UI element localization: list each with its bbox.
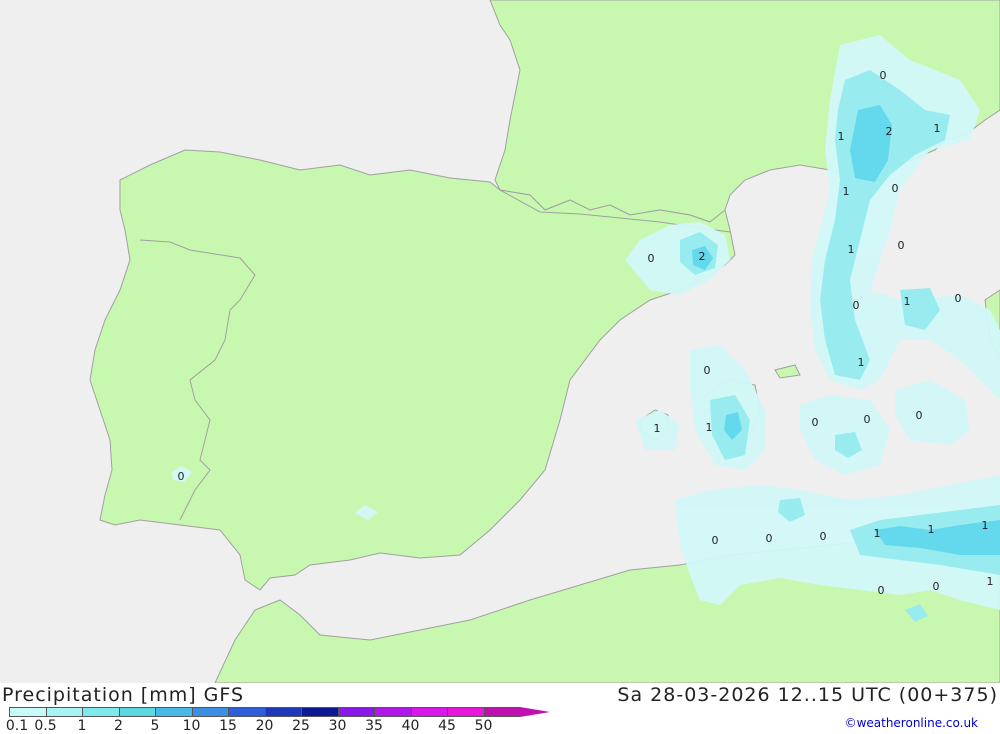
legend-tick-label: 40 xyxy=(401,718,420,734)
precip-legend-bar xyxy=(9,707,550,717)
legend-tick-label: 20 xyxy=(255,718,274,734)
contour-label: 0 xyxy=(178,470,185,483)
contour-label: 1 xyxy=(858,356,865,369)
legend-tick-label: 10 xyxy=(182,718,201,734)
credit-link[interactable]: ©weatheronline.co.uk xyxy=(845,716,978,730)
legend-swatch xyxy=(264,707,301,717)
contour-label: 1 xyxy=(987,575,994,588)
contour-label: 1 xyxy=(874,527,881,540)
contour-label: 2 xyxy=(886,125,893,138)
legend-swatch xyxy=(9,707,46,717)
legend-tick-label: 5 xyxy=(150,718,160,734)
legend-swatch xyxy=(483,707,520,717)
legend-tick-label: 30 xyxy=(328,718,347,734)
legend-swatch xyxy=(337,707,374,717)
legend-swatch xyxy=(155,707,192,717)
contour-label: 2 xyxy=(699,250,706,263)
contour-label: 1 xyxy=(843,185,850,198)
contour-label: 0 xyxy=(820,530,827,543)
legend-tick-label: 0.5 xyxy=(34,718,57,734)
contour-label: 1 xyxy=(706,421,713,434)
legend-tick-label: 35 xyxy=(365,718,383,734)
legend-swatch xyxy=(301,707,338,717)
legend-swatch xyxy=(410,707,447,717)
contour-label: 0 xyxy=(712,534,719,547)
contour-label: 1 xyxy=(838,130,845,143)
legend-swatch xyxy=(374,707,411,717)
contour-label: 0 xyxy=(812,416,819,429)
contour-label: 0 xyxy=(878,584,885,597)
contour-label: 0 xyxy=(933,580,940,593)
contour-label: 0 xyxy=(853,299,860,312)
contour-label: 0 xyxy=(766,532,773,545)
legend-tick-label: 2 xyxy=(114,718,123,734)
legend-swatch xyxy=(82,707,119,717)
legend-tick-label: 50 xyxy=(474,718,493,734)
legend-swatch xyxy=(191,707,228,717)
map-footer: Precipitation [mm] GFS Sa 28-03-2026 12.… xyxy=(0,683,1000,734)
legend-arrow-tip xyxy=(520,707,550,717)
contour-label: 1 xyxy=(848,243,855,256)
contour-label: 0 xyxy=(892,182,899,195)
contour-label: 0 xyxy=(880,69,887,82)
forecast-datetime: Sa 28-03-2026 12..15 UTC (00+375) xyxy=(617,684,998,706)
contour-label: 1 xyxy=(904,295,911,308)
legend-swatch xyxy=(118,707,155,717)
legend-tick-label: 15 xyxy=(219,718,237,734)
legend-swatch xyxy=(45,707,82,717)
contour-label: 0 xyxy=(916,409,923,422)
legend-tick-label: 45 xyxy=(438,718,456,734)
legend-tick-label: 1 xyxy=(77,718,87,734)
contour-label: 1 xyxy=(654,422,661,435)
map-title: Precipitation [mm] GFS xyxy=(2,684,245,706)
contour-label: 0 xyxy=(898,239,905,252)
contour-label: 0 xyxy=(648,252,655,265)
contour-label: 1 xyxy=(982,519,989,532)
contour-label: 1 xyxy=(934,122,941,135)
legend-swatch xyxy=(447,707,484,717)
contour-label: 1 xyxy=(928,523,935,536)
contour-label: 0 xyxy=(864,413,871,426)
map-canvas: 0 2 1 1 1 0 1 0 0 1 0 1 0 2 0 1 1 0 0 0 … xyxy=(0,0,1000,684)
legend-tick-label: 25 xyxy=(292,718,310,734)
contour-label: 0 xyxy=(704,364,711,377)
contour-label: 0 xyxy=(955,292,962,305)
precipitation-map: 0 2 1 1 1 0 1 0 0 1 0 1 0 2 0 1 1 0 0 0 … xyxy=(0,0,1000,684)
legend-swatch xyxy=(228,707,265,717)
legend-tick-label: 0.1 xyxy=(5,718,29,734)
